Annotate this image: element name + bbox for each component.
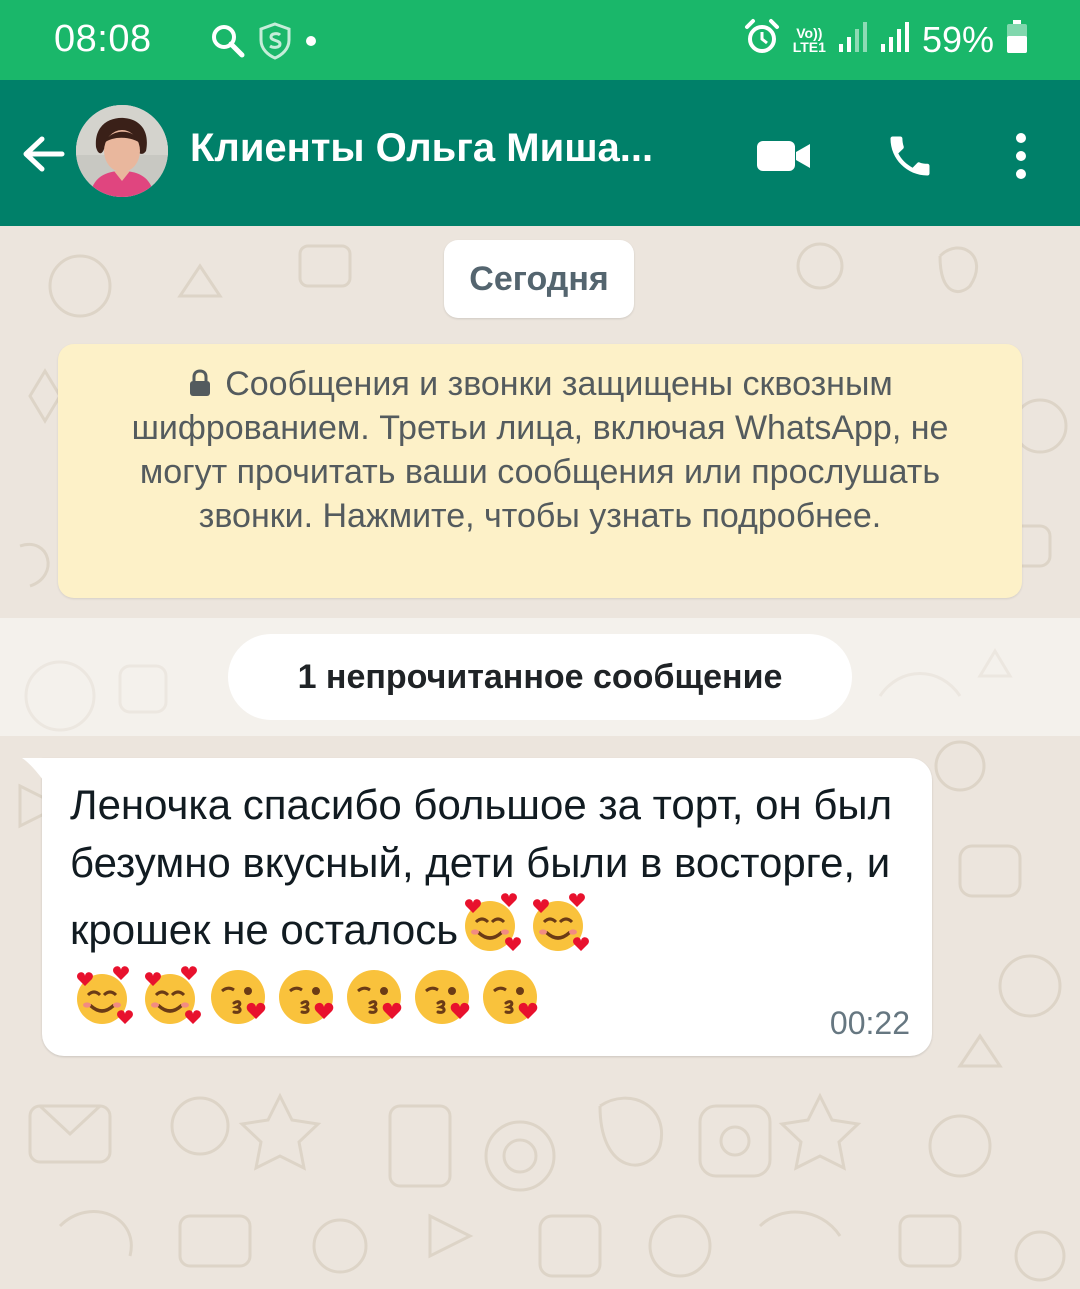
voice-call-button[interactable] [884, 130, 936, 182]
face-blowing-kiss-icon [274, 965, 338, 1029]
smiling-face-with-hearts-icon [70, 965, 134, 1029]
unread-divider: 1 непрочитанное сообщение [0, 618, 1080, 736]
back-button[interactable] [18, 128, 70, 180]
avatar[interactable] [76, 105, 168, 197]
shield-s-icon [258, 22, 292, 65]
face-blowing-kiss-icon [342, 965, 406, 1029]
bubble-tail [22, 758, 46, 784]
status-time: 08:08 [54, 18, 152, 60]
message-timestamp: 00:22 [829, 1005, 910, 1041]
smiling-face-with-hearts-icon [458, 892, 522, 956]
message-text-block: Леночка спасибо большое за торт, он был … [70, 776, 902, 959]
contact-photo [76, 105, 168, 197]
incoming-message[interactable]: Леночка спасибо большое за торт, он был … [22, 758, 932, 1056]
more-options-button[interactable] [1006, 128, 1036, 184]
arrow-left-icon [23, 136, 65, 172]
status-bar: 08:08 Vo)) LTE1 59% [0, 0, 1080, 80]
volte-bottom-label: LTE1 [792, 38, 826, 55]
video-camera-icon [757, 141, 810, 171]
battery-percent: 59% [921, 18, 994, 60]
phone-icon [890, 136, 930, 176]
status-right-icons: Vo)) LTE1 59% [743, 18, 1028, 61]
smiling-face-with-hearts-icon [138, 965, 202, 1029]
date-separator: Сегодня [444, 240, 634, 318]
status-left-icons [210, 22, 318, 65]
encryption-notice[interactable]: Сообщения и звонки защищены сквозным шиф… [58, 344, 1022, 598]
face-blowing-kiss-icon [206, 965, 270, 1029]
emoji-row [70, 965, 902, 1029]
lock-icon [187, 364, 213, 396]
chat-header: Клиенты Ольга Миша... [0, 80, 1080, 226]
smiling-face-with-hearts-icon [526, 892, 590, 956]
encryption-notice-text: Сообщения и звонки защищены сквозным шиф… [131, 365, 949, 535]
face-blowing-kiss-icon [478, 965, 542, 1029]
more-vertical-icon [1016, 133, 1026, 179]
video-call-button[interactable] [756, 136, 812, 176]
search-icon [210, 23, 246, 64]
volte-lte-icon: Vo)) LTE1 [793, 26, 826, 54]
signal-icon [880, 20, 910, 59]
volte-top-label: Vo)) [796, 24, 823, 41]
battery-icon [1006, 20, 1028, 59]
unread-messages-label: 1 непрочитанное сообщение [228, 634, 852, 720]
face-blowing-kiss-icon [410, 965, 474, 1029]
dot-icon [304, 34, 318, 53]
chat-area[interactable]: Сегодня Сообщения и звонки защищены скво… [0, 226, 1080, 1289]
chat-title[interactable]: Клиенты Ольга Миша... [190, 126, 730, 171]
signal-icon [838, 20, 868, 59]
alarm-icon [743, 18, 781, 61]
